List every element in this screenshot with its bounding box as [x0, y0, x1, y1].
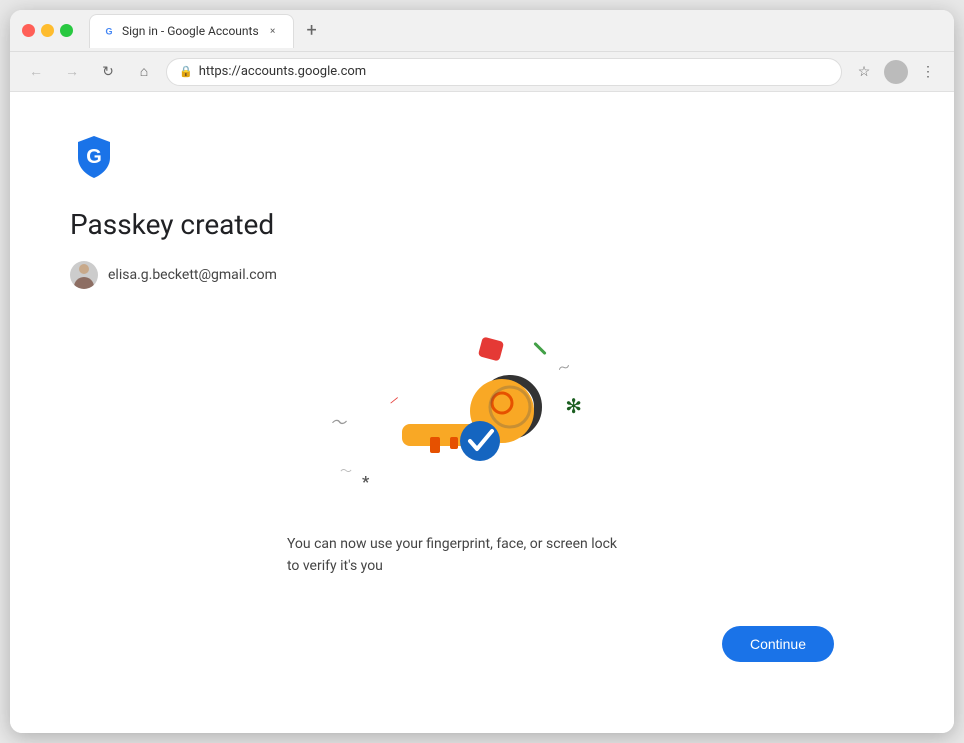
- maximize-button[interactable]: [60, 24, 73, 37]
- minimize-button[interactable]: [41, 24, 54, 37]
- page-content: G Passkey created elisa.g.beckett@gmail.…: [10, 92, 954, 733]
- tab-close-button[interactable]: ×: [265, 23, 281, 39]
- active-tab[interactable]: G Sign in - Google Accounts ×: [89, 14, 294, 48]
- description-text: You can now use your fingerprint, face, …: [287, 533, 617, 578]
- key-illustration: * ✻ 〜 〜 〜 /: [312, 329, 592, 509]
- user-email: elisa.g.beckett@gmail.com: [108, 267, 277, 283]
- deco-green-dash: [533, 342, 546, 355]
- url-text: https://accounts.google.com: [199, 64, 367, 79]
- traffic-lights: [22, 24, 73, 37]
- home-button[interactable]: ⌂: [130, 58, 158, 86]
- main-area: * ✻ 〜 〜 〜 /: [70, 329, 894, 662]
- menu-button[interactable]: ⋮: [914, 58, 942, 86]
- back-button[interactable]: ←: [22, 58, 50, 86]
- url-bar[interactable]: 🔒 https://accounts.google.com: [166, 58, 842, 86]
- tab-title: Sign in - Google Accounts: [122, 24, 259, 38]
- user-row: elisa.g.beckett@gmail.com: [70, 261, 894, 289]
- title-bar: G Sign in - Google Accounts × +: [10, 10, 954, 52]
- browser-window: G Sign in - Google Accounts × + ← → ↻ ⌂ …: [10, 10, 954, 733]
- bookmark-button[interactable]: ☆: [850, 58, 878, 86]
- illustration-panel: * ✻ 〜 〜 〜 /: [70, 329, 834, 662]
- deco-squiggle-tl: 〜: [330, 409, 346, 433]
- avatar-head: [79, 264, 89, 274]
- new-tab-button[interactable]: +: [298, 17, 326, 45]
- tab-bar: G Sign in - Google Accounts × +: [89, 14, 942, 48]
- forward-button[interactable]: →: [58, 58, 86, 86]
- key-svg: [372, 359, 572, 493]
- deco-squiggle-bl: 〜: [340, 462, 352, 479]
- tab-favicon: G: [102, 24, 116, 38]
- google-shield-logo: G: [70, 132, 894, 208]
- deco-red-blob: [478, 336, 504, 361]
- user-avatar: [70, 261, 98, 289]
- page-title: Passkey created: [70, 208, 894, 241]
- lock-icon: 🔒: [179, 65, 193, 78]
- address-actions: ☆ ⋮: [850, 58, 942, 86]
- continue-button[interactable]: Continue: [722, 626, 834, 662]
- svg-text:G: G: [86, 146, 102, 168]
- avatar-body: [74, 277, 94, 289]
- bottom-actions: Continue: [70, 598, 834, 662]
- avatar-shape: [70, 261, 98, 289]
- deco-asterisk: *: [362, 472, 369, 491]
- close-button[interactable]: [22, 24, 35, 37]
- svg-text:G: G: [105, 27, 112, 37]
- profile-icon[interactable]: [884, 60, 908, 84]
- refresh-button[interactable]: ↻: [94, 58, 122, 86]
- address-bar: ← → ↻ ⌂ 🔒 https://accounts.google.com ☆ …: [10, 52, 954, 92]
